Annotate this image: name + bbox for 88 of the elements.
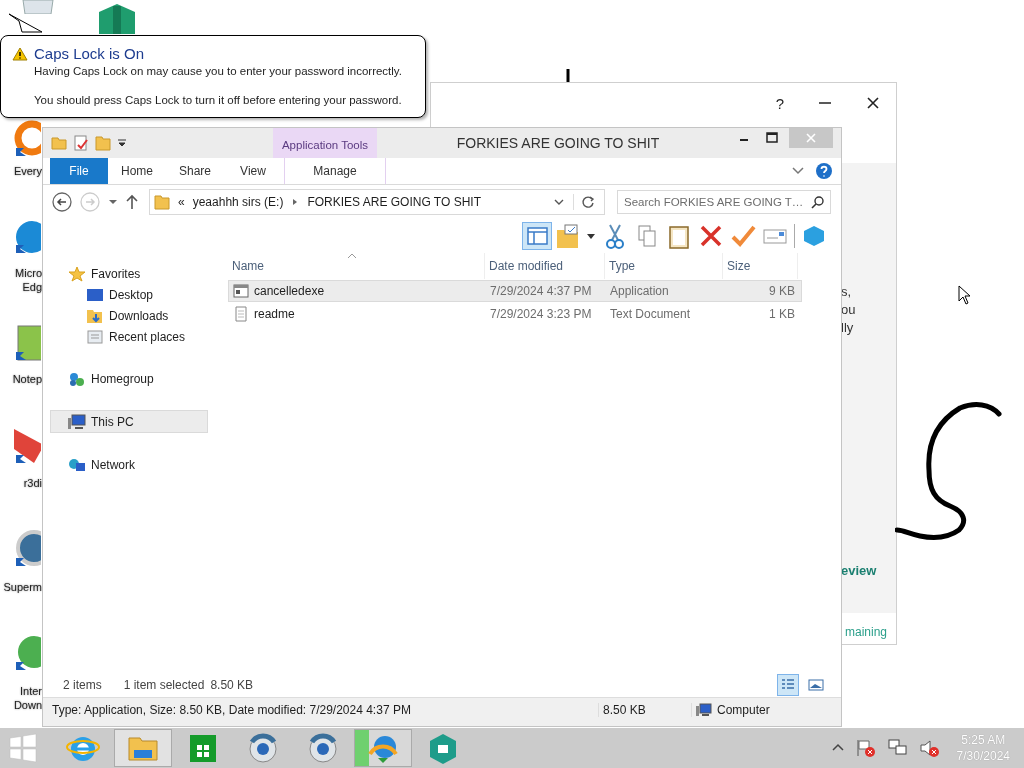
- show-hidden-icons-button[interactable]: [830, 743, 845, 753]
- computer-icon: [696, 703, 712, 717]
- ribbon-tab[interactable]: Share: [166, 158, 224, 184]
- file-row[interactable]: cancelledexe 7/29/2024 4:37 PM Application 9 KB: [228, 280, 802, 302]
- desktop-icon-label: Every: [13, 164, 42, 178]
- application-icon: [233, 283, 249, 299]
- type-cell-text: Text Document: [609, 307, 692, 321]
- type-cell-text: Application: [609, 284, 670, 298]
- chevron-icon[interactable]: [791, 166, 805, 176]
- desktop-icon-label: Micro: [15, 266, 42, 280]
- desktop-icon: [86, 286, 104, 303]
- desktop-icon-label: Edg: [22, 280, 42, 294]
- flag-alert-icon[interactable]: [854, 738, 877, 758]
- network-icon: [68, 456, 86, 473]
- nav-item[interactable]: This PC: [50, 410, 208, 433]
- size-cell-text: 9 KB: [768, 284, 796, 298]
- close-icon[interactable]: [866, 96, 880, 110]
- orb-icon: [246, 732, 280, 764]
- taskbar-button[interactable]: [354, 729, 412, 767]
- dropdown-icon[interactable]: [117, 138, 127, 148]
- text-file-icon: [233, 306, 249, 322]
- item-count: 2 items: [63, 678, 102, 692]
- folder-icon: [154, 194, 170, 210]
- ribbon-tab[interactable]: Home: [108, 158, 166, 184]
- nav-item[interactable]: Favorites: [50, 263, 208, 284]
- orb-icon: [306, 732, 340, 764]
- ribbon-tab[interactable]: Manage: [284, 158, 386, 184]
- location-text: Computer: [717, 703, 770, 717]
- review-link[interactable]: eview: [841, 563, 896, 578]
- nav-item[interactable]: Downloads: [50, 305, 208, 326]
- star-icon: [68, 265, 86, 282]
- details-text: Type: Application, Size: 8.50 KB, Date modified: 7/29/2024 4:37 PM: [52, 703, 412, 717]
- warning-icon: [12, 46, 28, 61]
- speaker-muted-icon[interactable]: [918, 738, 941, 758]
- column-header[interactable]: Name: [228, 253, 485, 279]
- selection-size: 8.50 KB: [210, 678, 254, 692]
- desktop-icon-label: Notep: [12, 372, 42, 386]
- folder-check-icon[interactable]: [554, 222, 598, 250]
- back-button[interactable]: [51, 191, 73, 213]
- desktop-icon-label: Down: [13, 698, 42, 712]
- desktop-icon-label: Inter: [20, 684, 42, 698]
- layout-icon[interactable]: [522, 222, 552, 250]
- file-name: readme: [229, 306, 486, 322]
- dropdown-icon[interactable]: [553, 197, 565, 207]
- ribbon-tab[interactable]: File: [50, 158, 108, 184]
- search-icon: [811, 195, 825, 209]
- window-title: FORKIES ARE GOING TO SHIT: [455, 135, 661, 151]
- date-cell-text: 7/29/2024 3:23 PM: [489, 307, 593, 321]
- file-row[interactable]: readme 7/29/2024 3:23 PM Text Document 1 KB: [228, 303, 802, 325]
- details-size: 8.50 KB: [598, 703, 691, 717]
- balloon-text: Having Caps Lock on may cause you to enter your password incorrectly.: [33, 64, 403, 79]
- balloon-title: Caps Lock is On: [34, 45, 145, 62]
- contextual-tab-group: Application Tools: [273, 128, 377, 158]
- help-icon[interactable]: [815, 162, 833, 180]
- file-name: cancelledexe: [229, 283, 486, 299]
- body-text: lly: [841, 319, 855, 337]
- search-field[interactable]: Search FORKIES ARE GOING T…: [617, 190, 831, 214]
- selection-count: 1 item selected: [123, 678, 205, 692]
- taskbar-button[interactable]: [114, 729, 172, 767]
- network-icon[interactable]: [886, 738, 909, 758]
- downloads-folder-icon: [86, 307, 104, 324]
- desktop-icon-label: r3di: [23, 476, 42, 490]
- date-cell-text: 7/29/2024 4:37 PM: [489, 284, 593, 298]
- tooltip-tail: [8, 13, 44, 33]
- mouse-cursor-icon: [958, 285, 972, 305]
- column-header[interactable]: Date modified: [485, 253, 605, 279]
- computer-icon: [68, 413, 86, 430]
- up-arrow-icon[interactable]: [125, 194, 139, 210]
- recent-places-icon: [86, 328, 104, 345]
- recent-dropdown-icon[interactable]: [107, 197, 119, 207]
- nav-item[interactable]: Homegroup: [50, 368, 208, 389]
- body-text: ou: [841, 301, 857, 319]
- nav-item[interactable]: Network: [50, 454, 208, 475]
- homegroup-icon: [68, 370, 86, 387]
- nav-item[interactable]: Desktop: [50, 284, 208, 305]
- nav-item[interactable]: Recent places: [50, 326, 208, 347]
- body-text: s,: [841, 283, 853, 301]
- start-button[interactable]: [8, 733, 38, 763]
- column-header[interactable]: Size: [723, 253, 798, 279]
- desktop-icon-label: Superm: [3, 580, 42, 594]
- column-header[interactable]: Type: [605, 253, 723, 279]
- properties-icon[interactable]: [73, 135, 89, 151]
- address-bar[interactable]: « yeaahhh sirs (E:) FORKIES ARE GOING TO SHIT: [149, 189, 605, 215]
- help-button[interactable]: ?: [775, 94, 784, 112]
- details-view-icon[interactable]: [777, 674, 799, 696]
- size-cell-text: 1 KB: [768, 307, 796, 321]
- balloon-text: You should press Caps Lock to turn it off before entering your password.: [33, 93, 403, 108]
- ribbon-tab[interactable]: View: [224, 158, 282, 184]
